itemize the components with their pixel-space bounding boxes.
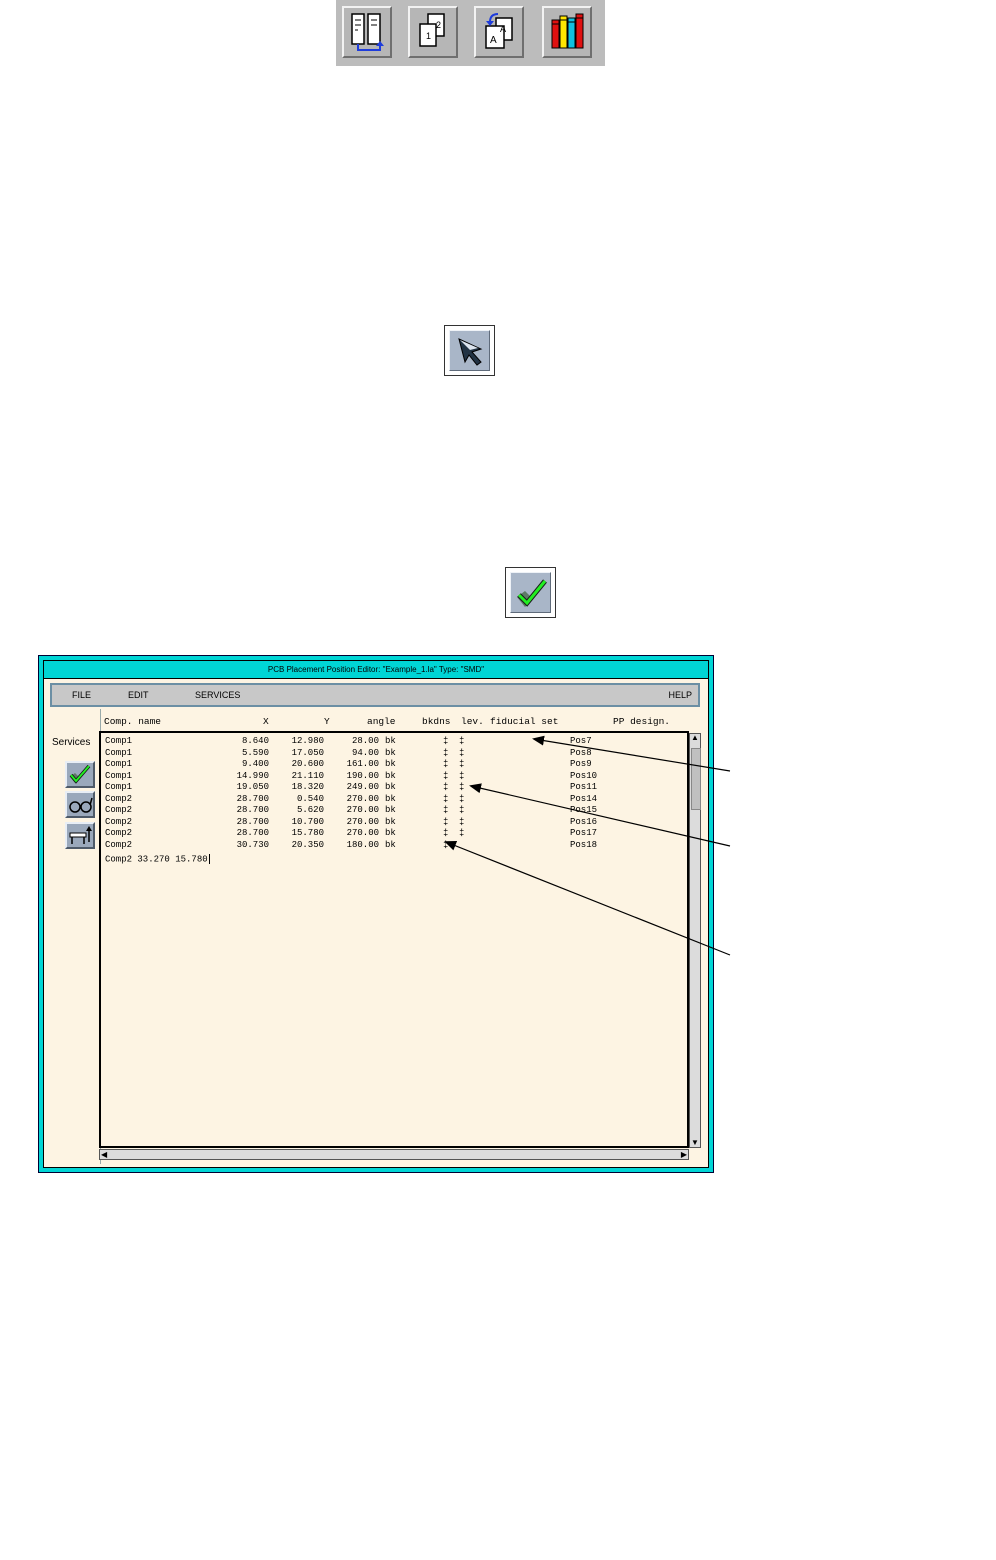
annotation-arrow-fiducial xyxy=(532,735,731,772)
annotation-arrows xyxy=(444,735,731,956)
annotation-arrow-bkdns xyxy=(444,841,731,956)
annotation-arrow-level xyxy=(469,783,731,847)
